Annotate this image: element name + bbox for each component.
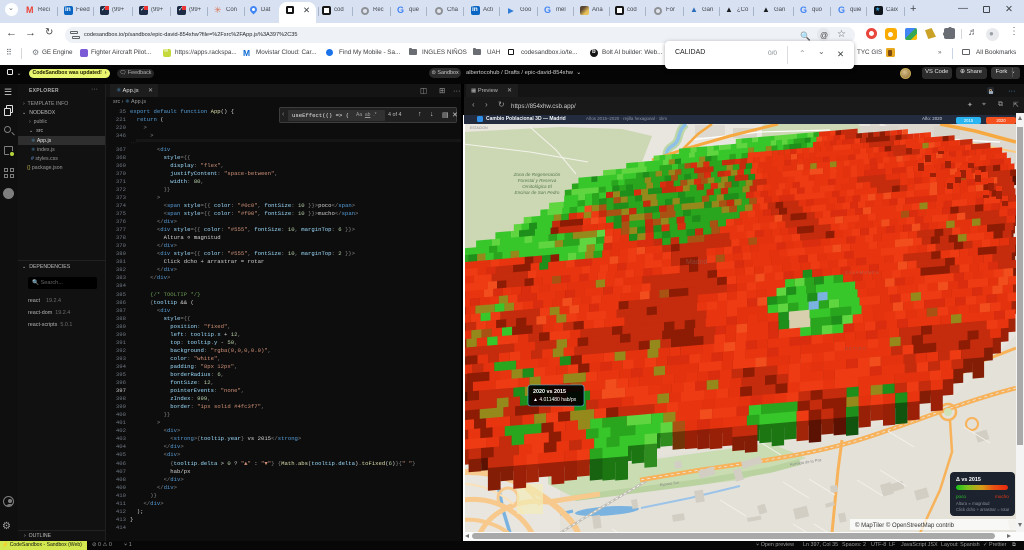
svg-text:Forestal y Reserva: Forestal y Reserva — [518, 178, 557, 183]
svg-text:Zona de Regeneración: Zona de Regeneración — [513, 172, 561, 177]
svg-text:Madrid: Madrid — [686, 259, 708, 266]
svg-text:Δ vs 2015: Δ vs 2015 — [956, 477, 981, 483]
svg-text:Altura ∝ magnitud: Altura ∝ magnitud — [956, 501, 990, 506]
svg-text:mucho: mucho — [995, 494, 1009, 499]
svg-text:RETIRO: RETIRO — [845, 346, 867, 351]
svg-text:poco: poco — [956, 494, 966, 499]
svg-text:▲ 4.011480 hab/px: ▲ 4.011480 hab/px — [533, 397, 577, 403]
svg-text:2020 vs 2015: 2020 vs 2015 — [533, 389, 566, 395]
svg-text:Ornitológica El: Ornitológica El — [522, 184, 553, 189]
svg-text:Encinar de San Pedro: Encinar de San Pedro — [515, 190, 560, 195]
svg-text:ESTACION: ESTACION — [470, 126, 488, 130]
svg-text:SALAMANCA: SALAMANCA — [845, 270, 880, 275]
svg-text:© MapTiler © OpenStreetMap con: © MapTiler © OpenStreetMap contrib — [855, 522, 955, 529]
svg-text:Click dcho + arrastrar = rotar: Click dcho + arrastrar = rotar — [956, 507, 1010, 512]
